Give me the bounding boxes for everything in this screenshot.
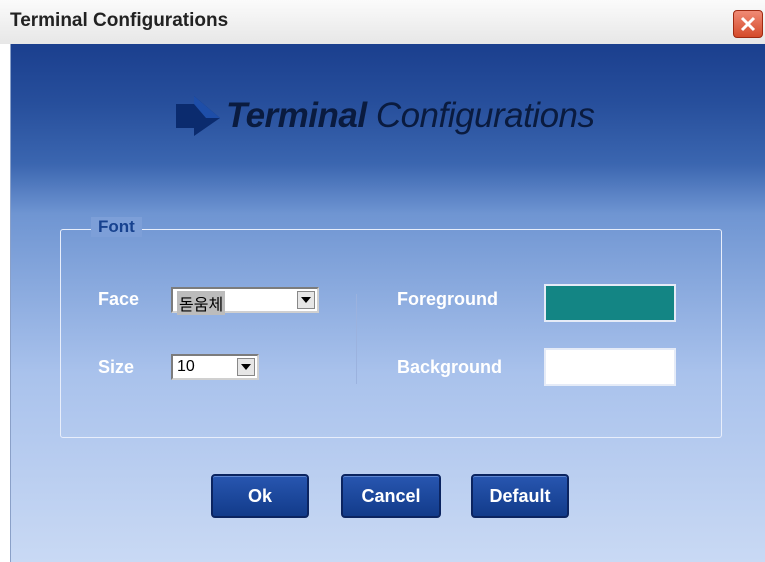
face-dropdown-button[interactable] (297, 291, 315, 309)
size-value: 10 (177, 358, 195, 375)
arrow-icon (176, 96, 220, 136)
dialog-window: Terminal Configurations Terminal Configu… (0, 0, 765, 562)
ok-button[interactable]: Ok (211, 474, 309, 518)
font-group-label: Font (91, 217, 142, 237)
close-icon (740, 16, 756, 32)
banner-title-bold: Terminal (226, 96, 367, 135)
background-color-swatch[interactable] (544, 348, 676, 386)
default-button[interactable]: Default (471, 474, 569, 518)
font-groupbox (60, 229, 722, 438)
chevron-down-icon (241, 364, 251, 370)
foreground-label: Foreground (397, 289, 498, 309)
foreground-color-swatch[interactable] (544, 284, 676, 322)
face-value: 돋움체 (177, 291, 226, 315)
face-label: Face (98, 289, 140, 309)
font-group-divider (356, 294, 357, 384)
dialog-body: Terminal Configurations Font Face 돋움체 Si… (11, 44, 765, 562)
window-title: Terminal Configurations (10, 10, 229, 31)
chevron-down-icon (301, 297, 311, 303)
close-button[interactable] (733, 10, 763, 38)
size-label: Size (98, 357, 135, 377)
window-left-border (0, 44, 11, 562)
banner-title-rest: Configurations (366, 96, 595, 135)
banner-title: Terminal Configurations (226, 96, 595, 136)
banner: Terminal Configurations (176, 94, 595, 138)
title-bar: Terminal Configurations (0, 0, 765, 45)
cancel-button[interactable]: Cancel (341, 474, 441, 518)
face-select[interactable]: 돋움체 (171, 287, 319, 315)
size-select[interactable]: 10 (171, 354, 259, 380)
background-label: Background (397, 357, 503, 377)
size-dropdown-button[interactable] (237, 358, 255, 376)
